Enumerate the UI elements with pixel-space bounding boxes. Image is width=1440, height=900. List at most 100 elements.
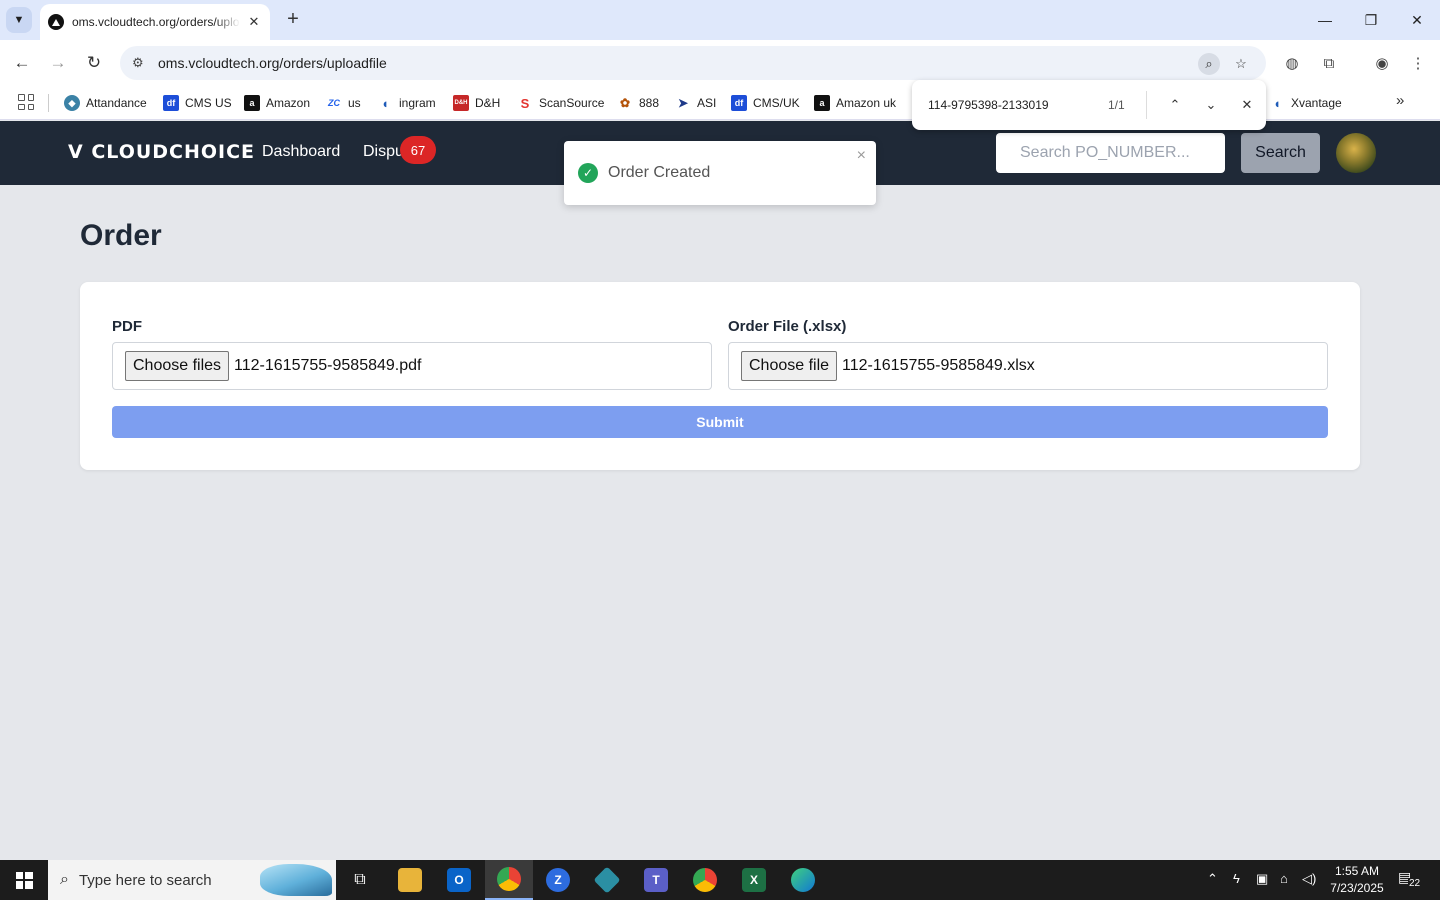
submit-button[interactable]: Submit [112,406,1328,438]
bookmark-star-icon[interactable]: ☆ [1230,53,1252,75]
site-info-icon[interactable]: ⚙ [132,55,156,71]
bookmark-label: CMS/UK [753,96,800,110]
search-highlight-image [260,864,332,896]
pdf-file-input[interactable]: Choose files 112-1615755-9585849.pdf [112,342,712,390]
volume-icon[interactable]: ◁) [1302,871,1316,887]
order-file-name: 112-1615755-9585849.xlsx [842,357,1035,374]
close-window-button[interactable]: ✕ [1394,0,1440,40]
start-button[interactable] [0,860,48,900]
tab-search-button[interactable]: ▼ [6,7,32,33]
bookmark-favicon-icon: S [517,95,533,111]
bookmark-label: ingram [399,96,436,110]
pen-icon[interactable]: ϟ [1233,871,1240,886]
windows-taskbar: ⌕ Type here to search ⧉ O Z T X ⌃ ϟ ▣ ⌂ … [0,860,1440,900]
diamond-app-icon [593,866,621,894]
minimize-button[interactable]: — [1302,0,1348,40]
bookmark-label: ASI [697,96,717,110]
chrome-app-active[interactable] [485,860,533,900]
apps-grid-icon[interactable] [18,94,34,110]
toast-message: Order Created [608,164,711,181]
find-match-count: 1/1 [1108,98,1125,112]
page-title: Order [80,219,162,252]
folder-icon [398,868,422,892]
network-icon[interactable]: ⌂ [1280,871,1288,886]
bookmark-label: Xvantage [1291,96,1342,110]
bookmark-label: Amazon uk [836,96,897,110]
address-bar[interactable]: ⚙ oms.vcloudtech.org/orders/uploadfile ⌕… [120,46,1266,80]
bookmark-888[interactable]: ✿ 888 [617,91,659,115]
file-explorer-app[interactable] [386,860,434,900]
bookmark-label: ScanSource [539,96,605,110]
taskbar-search-box[interactable]: ⌕ Type here to search [48,860,336,900]
browser-tab[interactable]: oms.vcloudtech.org/orders/uploadfile ✕ [40,4,270,40]
close-tab-icon[interactable]: ✕ [246,14,262,30]
bookmark-label: 888 [639,96,660,110]
find-bar: 114-9795398-2133019 1/1 ⌃ ⌄ ✕ [912,80,1266,130]
task-view-icon: ⧉ [354,871,366,888]
forward-button[interactable]: → [46,51,70,75]
user-avatar[interactable] [1336,133,1376,173]
bookmark-attandance[interactable]: ◆ Attandance [64,91,147,115]
bookmark-xvantage[interactable]: ◖ Xvantage [1269,91,1342,115]
toast-close-icon[interactable]: × [857,147,866,165]
find-close-icon[interactable]: ✕ [1234,92,1260,118]
bookmark-amazon-uk[interactable]: a Amazon uk [814,91,896,115]
url-text: oms.vcloudtech.org/orders/uploadfile [158,55,387,71]
menu-icon[interactable]: ⋮ [1407,52,1429,74]
search-button[interactable]: Search [1241,133,1320,173]
bookmark-label: Attandance [86,96,147,110]
bookmark-favicon-icon: a [814,95,830,111]
meet-now-icon[interactable]: ▣ [1256,871,1268,887]
extensions-icon[interactable]: ⧉ [1318,52,1340,74]
find-previous-icon[interactable]: ⌃ [1162,92,1188,118]
profile-icon[interactable]: ◉ [1371,52,1393,74]
bookmark-scansource[interactable]: S ScanSource [517,91,604,115]
order-file-label: Order File (.xlsx) [728,318,847,335]
bookmark-cms-us[interactable]: df CMS US [163,91,232,115]
order-file-input[interactable]: Choose file 112-1615755-9585849.xlsx [728,342,1328,390]
bookmark-dh[interactable]: D&H D&H [453,91,500,115]
show-hidden-icons-icon[interactable]: ⌃ [1207,871,1218,887]
search-icon: ⌕ [60,871,69,888]
teams-icon: T [644,868,668,892]
choose-order-file-button[interactable]: Choose file [741,351,838,381]
system-clock[interactable]: 1:55 AM 7/23/2025 [1324,863,1390,897]
notification-count: 22 [1408,878,1422,889]
find-input[interactable]: 114-9795398-2133019 [928,98,1098,112]
bookmark-us[interactable]: ZC us [326,91,361,115]
zoom-app[interactable]: Z [534,860,582,900]
notifications-button[interactable]: ▤ 22 [1398,869,1422,891]
choose-pdf-button[interactable]: Choose files [125,351,230,381]
chrome-profile-app[interactable] [681,860,729,900]
edge-app[interactable] [779,860,827,900]
outlook-app[interactable]: O [435,860,483,900]
back-button[interactable]: ← [10,51,34,75]
bookmark-ingram[interactable]: ◖ ingram [377,91,436,115]
bookmark-label: Amazon [266,96,311,110]
diamond-app[interactable] [583,860,631,900]
find-separator [1146,91,1147,119]
browser-tab-strip: ▼ oms.vcloudtech.org/orders/uploadfile ✕… [0,0,1440,40]
restore-button[interactable]: ❐ [1348,0,1394,40]
bookmark-amazon[interactable]: a Amazon [244,91,310,115]
translate-icon[interactable]: ◍ [1281,52,1303,74]
bookmark-cms-uk[interactable]: df CMS/UK [731,91,800,115]
find-next-icon[interactable]: ⌄ [1198,92,1224,118]
bookmark-favicon-icon: a [244,95,260,111]
po-number-search-input[interactable] [996,133,1225,173]
task-view-button[interactable]: ⧉ [336,860,384,900]
bookmark-favicon-icon: D&H [453,95,469,111]
bookmark-favicon-icon: ◆ [64,95,80,111]
cloudchoice-logo[interactable]: V CLOUDCHOICE [68,141,255,163]
excel-app[interactable]: X [730,860,778,900]
disputes-count-badge: 67 [400,136,436,164]
more-bookmarks-icon[interactable]: » [1396,92,1404,109]
clock-time: 1:55 AM [1334,864,1380,878]
new-tab-button[interactable]: + [282,9,304,31]
find-in-page-icon[interactable]: ⌕ [1198,53,1220,75]
nav-dashboard[interactable]: Dashboard [262,143,340,161]
teams-app[interactable]: T [632,860,680,900]
bookmark-asi[interactable]: ➤ ASI [675,91,716,115]
nav-disputes[interactable]: Dispu [363,143,404,161]
reload-button[interactable]: ↻ [82,51,106,75]
